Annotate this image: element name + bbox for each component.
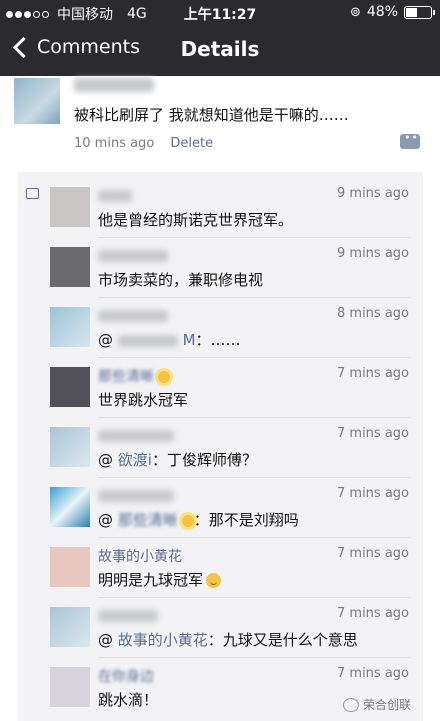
- watermark-text: 荣合创联: [362, 698, 411, 712]
- comment-text: 明明是九球冠军: [98, 569, 222, 590]
- avatar[interactable]: [50, 607, 90, 647]
- comment-text-prefix: @: [98, 511, 113, 529]
- comment-time: 9 mins ago: [337, 246, 409, 261]
- avatar[interactable]: [50, 367, 90, 407]
- comment-text: @ 那些清晰 ：那不是刘翔吗: [98, 509, 299, 530]
- redacted-username: [98, 430, 174, 442]
- comment-text-suffix: ：丁俊辉师傅？: [151, 451, 257, 469]
- comment-text: @ 欲渡i：丁俊辉师傅？: [98, 449, 257, 470]
- comment-time: 7 mins ago: [337, 546, 409, 561]
- watermark: 荣合创联: [342, 696, 411, 713]
- comment-author[interactable]: 那些清晰: [98, 366, 170, 385]
- comment-text-suffix: ：那不是刘翔吗: [193, 511, 299, 529]
- comment-bubble-icon[interactable]: [400, 131, 420, 149]
- delete-link[interactable]: Delete: [170, 136, 213, 151]
- redacted-username: [98, 610, 158, 622]
- author-name[interactable]: 那些清晰: [98, 369, 154, 385]
- comment-row[interactable]: 故事的小黄花 7 mins ago 明明是九球冠军: [18, 538, 423, 598]
- comment-row[interactable]: 7 mins ago @ 那些清晰 ：那不是刘翔吗: [18, 478, 423, 538]
- author-name[interactable]: 故事的小黄花: [98, 546, 182, 565]
- comment-text: @ 故事的小黄花：九球又是什么个意思: [98, 629, 358, 650]
- comment-text-suffix: ：九球又是什么个意思: [207, 631, 358, 649]
- watermark-logo-icon: [342, 697, 359, 712]
- comment-time: 8 mins ago: [337, 306, 409, 321]
- author-name[interactable]: 在你身边: [98, 666, 154, 685]
- avatar[interactable]: [14, 78, 60, 124]
- sun-emoji-icon: [181, 514, 194, 527]
- comment-text-prefix: @: [98, 451, 113, 469]
- comment-time: 7 mins ago: [337, 666, 409, 681]
- smiley-emoji-icon: [206, 573, 222, 588]
- comment-list: 9 mins ago 他是曾经的斯诺克世界冠军。 9 mins ago 市场卖菜…: [18, 172, 423, 721]
- comment-time: 7 mins ago: [337, 426, 409, 441]
- mention-name[interactable]: 欲渡i: [118, 451, 152, 469]
- comment-time: 7 mins ago: [337, 606, 409, 621]
- comment-text: 跳水滴！: [98, 691, 159, 709]
- avatar[interactable]: [50, 307, 90, 347]
- redacted-username: [98, 310, 168, 322]
- main-post: 被科比刷屏了 我就想知道他是干嘛的…… 10 mins ago Delete: [0, 76, 440, 166]
- comment-text: 世界跳水冠军: [98, 391, 189, 409]
- avatar[interactable]: [50, 487, 90, 527]
- navigation-bar: Comments Details: [0, 24, 440, 76]
- comment-time: 9 mins ago: [337, 186, 409, 201]
- avatar[interactable]: [50, 547, 90, 587]
- mention-name[interactable]: M: [183, 331, 196, 349]
- alarm-icon: ⊚: [349, 4, 361, 20]
- redacted-username: [98, 190, 132, 202]
- mention-name[interactable]: 那些清晰: [118, 511, 178, 529]
- comment-row[interactable]: 7 mins ago @ 故事的小黄花：九球又是什么个意思: [18, 598, 423, 658]
- avatar[interactable]: [50, 187, 90, 227]
- avatar[interactable]: [50, 667, 90, 707]
- comment-text: 市场卖菜的，兼职修电视: [98, 271, 264, 289]
- status-bar: 中国移动 4G 上午11:27 ⊚ 48%: [0, 0, 440, 24]
- comment-row[interactable]: 那些清晰 7 mins ago 世界跳水冠军: [18, 358, 423, 418]
- page-title: Details: [180, 37, 260, 61]
- comment-text: @ M：……: [98, 329, 241, 350]
- comment-text: 他是曾经的斯诺克世界冠军。: [98, 211, 294, 229]
- battery-percent: 48%: [366, 4, 398, 20]
- comment-row[interactable]: 9 mins ago 他是曾经的斯诺克世界冠军。: [18, 178, 423, 238]
- comment-row[interactable]: 8 mins ago @ M：……: [18, 298, 423, 358]
- comment-row[interactable]: 7 mins ago @ 欲渡i：丁俊辉师傅？: [18, 418, 423, 478]
- redacted-username: [98, 490, 174, 502]
- comment-text-prefix: @: [98, 331, 113, 349]
- post-text: 被科比刷屏了 我就想知道他是干嘛的……: [74, 106, 349, 124]
- redacted-username: [74, 78, 154, 92]
- comment-time: 7 mins ago: [337, 366, 409, 381]
- redacted-mention: [117, 334, 178, 347]
- comment-row[interactable]: 9 mins ago 市场卖菜的，兼职修电视: [18, 238, 423, 298]
- battery-icon: [404, 5, 435, 19]
- sun-emoji-icon: [158, 371, 170, 383]
- redacted-username: [98, 250, 168, 262]
- avatar[interactable]: [50, 247, 90, 287]
- comment-text-suffix: ：……: [195, 331, 241, 349]
- comment-body: 明明是九球冠军: [98, 571, 204, 589]
- comment-time: 7 mins ago: [337, 486, 409, 501]
- avatar[interactable]: [50, 427, 90, 467]
- comment-text-prefix: @: [98, 631, 113, 649]
- post-time: 10 mins ago: [74, 136, 155, 151]
- mention-name[interactable]: 故事的小黄花: [118, 631, 208, 649]
